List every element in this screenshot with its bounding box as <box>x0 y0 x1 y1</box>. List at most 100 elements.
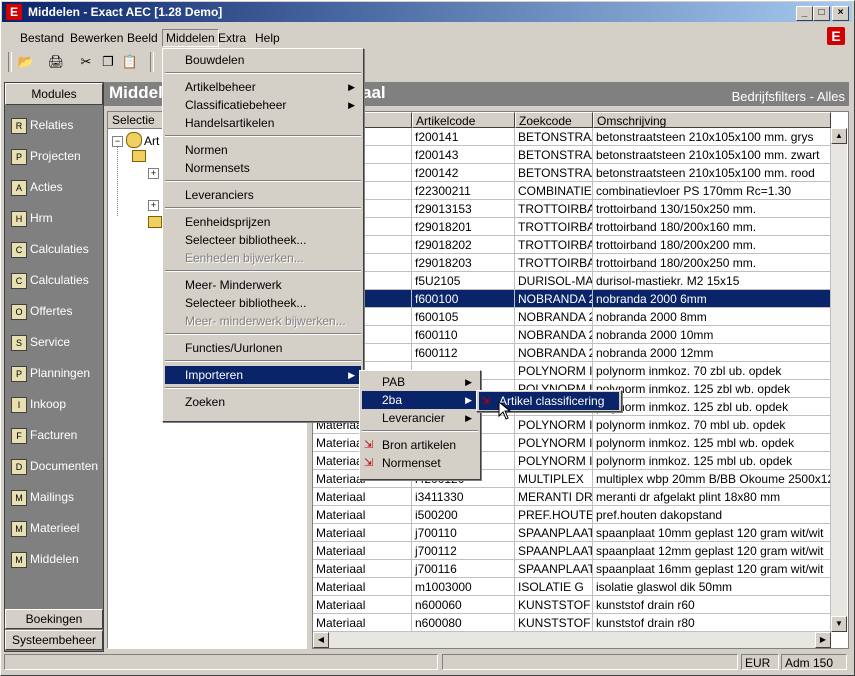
menu-item-functies-uurlonen[interactable]: Functies/Uurlonen <box>165 339 361 357</box>
menu-item-artikelbeheer[interactable]: Artikelbeheer ▶ <box>165 78 361 96</box>
submenu-arrow-icon: ▶ <box>348 82 355 92</box>
menu-help[interactable]: Help <box>255 31 280 45</box>
table-row[interactable]: aalf600105NOBRANDA 2nobranda 2000 8mm <box>313 308 831 326</box>
systeembeheer-button[interactable]: Systeembeheer <box>5 630 103 650</box>
table-row[interactable]: aalf29018201TROTTOIRBAtrottoirband 180/2… <box>313 218 831 236</box>
menu-item-bouwdelen[interactable]: Bouwdelen <box>165 51 361 69</box>
column-header-zoekcode[interactable]: Zoekcode <box>515 112 593 128</box>
cut-icon[interactable]: ✂ <box>76 52 96 72</box>
table-row[interactable]: aalf5U2105DURISOL-MAdurisol-mastiekr. M2… <box>313 272 831 290</box>
module-middelen[interactable]: M Middelen <box>11 549 79 569</box>
close-button[interactable]: × <box>832 6 849 21</box>
table-row[interactable]: aalf600112NOBRANDA 2nobranda 2000 12mm <box>313 344 831 362</box>
table-row[interactable]: Materiaal j700110 SPAANPLAAT spaanplaat 10m… <box>313 524 831 542</box>
table-row[interactable]: aalf600110NOBRANDA 2nobranda 2000 10mm <box>313 326 831 344</box>
copy-icon[interactable]: ❐ <box>98 52 118 72</box>
menu-item-pab[interactable]: PAB ▶ <box>362 373 478 391</box>
table-row[interactable]: Materiaal j700112 SPAANPLAAT spaanplaat 12m… <box>313 542 831 560</box>
module-planningen[interactable]: P Planningen <box>11 363 90 383</box>
column-header-artikelcode[interactable]: Artikelcode <box>412 112 515 128</box>
module-calculaties-2[interactable]: C Calculaties <box>11 270 89 290</box>
column-header-omschrijving[interactable]: Omschrijving <box>593 112 831 128</box>
module-hrm[interactable]: H Hrm <box>11 208 53 228</box>
table-row[interactable]: Materiaal m1003000 ISOLATIE Gisolatie glas… <box>313 578 831 596</box>
menu-item-eenheden-bijwerken[interactable]: Eenheden bijwerken... <box>165 249 361 267</box>
menu-item-classificatiebeheer[interactable]: Classificatiebeheer ▶ <box>165 96 361 114</box>
table-row[interactable]: aalf29018203TROTTOIRBAtrottoirband 180/2… <box>313 254 831 272</box>
menu-item-importeren[interactable]: Importeren ▶ <box>165 366 361 384</box>
table-row[interactable]: aalf29013153TROTTOIRBAtrottoirband 130/1… <box>313 200 831 218</box>
menu-bestand[interactable]: Bestand <box>20 31 64 45</box>
table-row[interactable]: aalf200143BETONSTRAAbetonstraatsteen 210… <box>313 146 831 164</box>
print-icon[interactable]: 🖨 <box>46 52 66 72</box>
tree-folder-icon[interactable] <box>148 216 162 228</box>
menu-item-normensets[interactable]: Normensets <box>165 159 361 177</box>
module-acties[interactable]: A Acties <box>11 177 63 197</box>
menu-item-bron-artikelen[interactable]: ⇲ Bron artikelen <box>362 436 478 454</box>
menu-item-meer-minderwerk[interactable]: Meer- Minderwerk <box>165 276 361 294</box>
menu-item-normen[interactable]: Normen <box>165 141 361 159</box>
table-row[interactable]: Materiaal n600080 KUNSTSTOF kunststof drain… <box>313 614 831 632</box>
menu-separator <box>362 430 478 432</box>
tree-root-label[interactable]: Art <box>144 134 159 148</box>
module-service[interactable]: S Service <box>11 332 70 352</box>
scroll-left-icon[interactable]: ◀ <box>313 632 329 648</box>
table-row[interactable]: Materiaal j700116 SPAANPLAAT spaanplaat 16m… <box>313 560 831 578</box>
submenu-arrow-icon: ▶ <box>348 100 355 110</box>
table-row[interactable]: Materiaal i3411330 MERANTI DR meranti dr af… <box>313 488 831 506</box>
module-calculaties-1[interactable]: C Calculaties <box>11 239 89 259</box>
module-projecten[interactable]: P Projecten <box>11 146 81 166</box>
menu-item-label: Artikelbeheer <box>185 80 256 94</box>
cell-omschrijving: trottoirband 180/200x160 mm. <box>593 218 831 236</box>
menu-item-selecteer-bibliotheek[interactable]: Selecteer bibliotheek... <box>165 294 361 312</box>
cell-groep: Materiaal <box>313 524 412 542</box>
menu-item-eenheidsprijzen[interactable]: Eenheidsprijzen <box>165 213 361 231</box>
module-facturen[interactable]: F Facturen <box>11 425 77 445</box>
module-mailings[interactable]: M Mailings <box>11 487 74 507</box>
menu-extra[interactable]: Extra <box>218 31 246 45</box>
menu-beeld[interactable]: Beeld <box>127 31 158 45</box>
table-row[interactable]: aalf600100NOBRANDA 2nobranda 2000 6mm <box>313 290 831 308</box>
tree-expand-icon[interactable]: + <box>148 168 159 179</box>
menu-item-zoeken[interactable]: Zoeken <box>165 393 361 411</box>
menu-item-meer-minderwerk-bijwerken[interactable]: Meer- minderwerk bijwerken... <box>165 312 361 330</box>
menu-bewerken[interactable]: Bewerken <box>70 31 123 45</box>
paste-icon[interactable]: 📋 <box>120 52 140 72</box>
modules-header[interactable]: Modules <box>5 83 103 105</box>
minimize-button[interactable]: _ <box>796 6 813 21</box>
cell-artikelcode: f5U2105 <box>412 272 515 290</box>
table-row[interactable]: aalf200142BETONSTRAAbetonstraatsteen 210… <box>313 164 831 182</box>
menu-item-2ba[interactable]: 2ba ▶ <box>362 391 478 409</box>
menu-item-normenset[interactable]: ⇲ Normenset <box>362 454 478 472</box>
table-row[interactable]: Materiaal n600060 KUNSTSTOF kunststof drain… <box>313 596 831 614</box>
menu-item-leveranciers[interactable]: Leveranciers <box>165 186 361 204</box>
menu-item-selecteer-bibliotheek[interactable]: Selecteer bibliotheek... <box>165 231 361 249</box>
horizontal-scrollbar[interactable]: ◀ ▶ <box>313 632 831 648</box>
module-offertes[interactable]: O Offertes <box>11 301 72 321</box>
table-row[interactable]: aalf200141BETONSTRAAbetonstraatsteen 210… <box>313 128 831 146</box>
scroll-up-icon[interactable]: ▲ <box>831 128 847 144</box>
module-materieel[interactable]: M Materieel <box>11 518 79 538</box>
boekingen-button[interactable]: Boekingen <box>5 609 103 629</box>
menu-item-leverancier[interactable]: Leverancier ▶ <box>362 409 478 427</box>
cell-artikelcode: f200143 <box>412 146 515 164</box>
menu-middelen[interactable]: Middelen <box>162 29 219 47</box>
menu-item-handelsartikelen[interactable]: Handelsartikelen <box>165 114 361 132</box>
menu-item-label: Selecteer bibliotheek... <box>185 233 307 247</box>
table-row[interactable]: aalf22300211COMBINATIEcombinatievloer PS… <box>313 182 831 200</box>
maximize-button[interactable]: □ <box>813 6 830 21</box>
cell-omschrijving: polynorm inmkoz. 125 zbl ub. opdek <box>593 398 831 416</box>
module-relaties[interactable]: R Relaties <box>11 115 73 135</box>
cell-zoekcode: POLYNORM I <box>515 434 593 452</box>
tree-expand-icon[interactable]: + <box>148 200 159 211</box>
scroll-right-icon[interactable]: ▶ <box>815 632 831 648</box>
module-inkoop[interactable]: I Inkoop <box>11 394 66 414</box>
tree-folder-icon[interactable] <box>132 150 146 162</box>
table-row[interactable]: aalf29018202TROTTOIRBAtrottoirband 180/2… <box>313 236 831 254</box>
cell-zoekcode: MERANTI DR <box>515 488 593 506</box>
vertical-scrollbar[interactable]: ▲ ▼ <box>831 128 847 632</box>
module-documenten[interactable]: D Documenten <box>11 456 98 476</box>
open-folder-icon[interactable]: 📂 <box>16 52 36 72</box>
scroll-down-icon[interactable]: ▼ <box>831 616 847 632</box>
table-row[interactable]: Materiaal i500200 PREF.HOUTE pref.houten da… <box>313 506 831 524</box>
